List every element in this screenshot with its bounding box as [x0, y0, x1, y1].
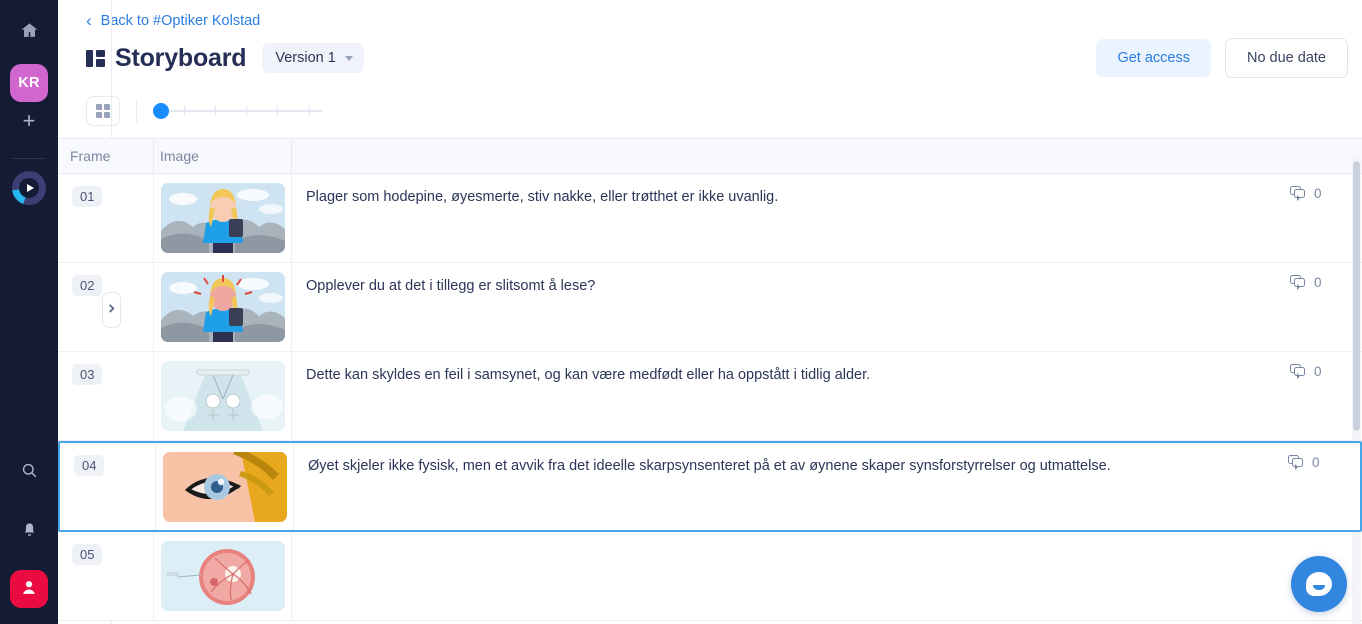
chevron-left-icon: ‹: [86, 12, 92, 29]
column-header-image: Image: [154, 138, 292, 174]
table-row[interactable]: 03 Dette kan skyldes en feil i samsynet, …: [58, 352, 1362, 441]
image-cell[interactable]: [154, 532, 292, 620]
image-cell[interactable]: [154, 352, 292, 440]
frame-cell: 01: [58, 174, 154, 262]
comments-cell[interactable]: 0: [1288, 443, 1360, 530]
grid-view-toggle[interactable]: [86, 96, 120, 126]
frame-badge: 02: [72, 275, 102, 296]
version-selector[interactable]: Version 1: [262, 43, 363, 73]
grid-view-icon: [96, 104, 110, 118]
table-row[interactable]: 05: [58, 532, 1362, 621]
play-triangle-icon: [27, 184, 34, 192]
version-label: Version 1: [275, 50, 335, 66]
slider-tick: [246, 105, 247, 116]
back-link-label: Back to #Optiker Kolstad: [101, 13, 261, 29]
title-row: Storyboard Version 1 Get access No due d…: [86, 38, 1348, 78]
search-icon: [20, 461, 39, 485]
frame-badge: 05: [72, 544, 102, 565]
scrollbar-thumb[interactable]: [1353, 161, 1360, 431]
header-actions: Get access No due date: [1096, 38, 1348, 78]
storyboard-table: Frame Image 01 Plager som hodepine, øyesm…: [58, 138, 1362, 624]
page-title: Storyboard: [115, 44, 246, 73]
frame-text[interactable]: [292, 532, 1290, 620]
rail-bottom-group: [10, 454, 48, 624]
comment-count: 0: [1314, 364, 1322, 379]
storyboard-grid-icon: [86, 50, 106, 67]
frame-cell: 05: [58, 532, 154, 620]
page-header: ‹ Back to #Optiker Kolstad Storyboard Ve…: [58, 0, 1362, 78]
slider-tick: [277, 105, 278, 116]
slider-handle[interactable]: [153, 103, 169, 119]
table-row[interactable]: 01 Plager som hodepine, øyesmerte, stiv n…: [58, 174, 1362, 263]
slider-tick: [184, 105, 185, 116]
comments-icon: [1290, 275, 1307, 290]
frame-cell: 03: [58, 352, 154, 440]
home-icon: [20, 21, 39, 45]
vertical-scrollbar[interactable]: [1352, 155, 1361, 624]
due-date-button[interactable]: No due date: [1225, 38, 1348, 78]
image-cell[interactable]: [154, 174, 292, 262]
expand-panel-button[interactable]: [102, 292, 121, 328]
frame-badge: 01: [72, 186, 102, 207]
notifications-button[interactable]: [10, 512, 48, 550]
slider-tick: [215, 105, 216, 116]
comment-count: 0: [1314, 186, 1322, 201]
chat-widget-button[interactable]: [1291, 556, 1347, 612]
frame-badge: 03: [72, 364, 102, 385]
frame-text[interactable]: Dette kan skyldes en feil i samsynet, og…: [292, 352, 1290, 440]
table-row[interactable]: 02 Opplever du at det i tillegg er slitso…: [58, 263, 1362, 352]
table-body: 01 Plager som hodepine, øyesmerte, stiv n…: [58, 174, 1362, 621]
main-area: ‹ Back to #Optiker Kolstad Storyboard Ve…: [58, 0, 1362, 624]
chevron-down-icon: [345, 56, 353, 61]
frame-thumbnail[interactable]: [163, 452, 287, 522]
frame-thumbnail[interactable]: [161, 541, 285, 611]
comment-count: 0: [1314, 275, 1322, 290]
plus-icon: +: [23, 110, 36, 132]
frame-thumbnail[interactable]: [161, 272, 285, 342]
frame-text[interactable]: Opplever du at det i tillegg er slitsomt…: [292, 263, 1290, 351]
image-cell[interactable]: [154, 263, 292, 351]
app-root: KR +: [0, 0, 1362, 624]
play-logo-icon[interactable]: [12, 171, 46, 205]
rail-divider: [12, 158, 46, 159]
bell-icon: [20, 519, 39, 543]
table-header: Frame Image: [58, 138, 1362, 174]
slider-track: [153, 110, 323, 112]
chevron-right-icon: [107, 301, 116, 319]
home-button[interactable]: [10, 14, 48, 52]
rail-top-group: KR +: [10, 0, 48, 205]
frame-text[interactable]: Øyet skjeler ikke fysisk, men et avvik f…: [294, 443, 1288, 530]
frame-thumbnail[interactable]: [161, 183, 285, 253]
comment-count: 0: [1312, 455, 1320, 470]
comments-icon: [1290, 364, 1307, 379]
view-toolbar: [58, 78, 1362, 138]
comments-icon: [1290, 186, 1307, 201]
left-rail: KR +: [0, 0, 58, 624]
search-button[interactable]: [10, 454, 48, 492]
frame-text[interactable]: Plager som hodepine, øyesmerte, stiv nak…: [292, 174, 1290, 262]
table-row[interactable]: 04 Øyet skjeler ikke fysisk, men et avvik…: [58, 441, 1362, 532]
user-avatar-icon: [18, 576, 40, 603]
get-access-button[interactable]: Get access: [1096, 39, 1211, 77]
back-link[interactable]: ‹ Back to #Optiker Kolstad: [86, 12, 260, 29]
profile-button[interactable]: [10, 570, 48, 608]
frame-thumbnail[interactable]: [161, 361, 285, 431]
frame-badge: 04: [74, 455, 104, 476]
column-header-frame: Frame: [58, 138, 154, 174]
workspace-avatar[interactable]: KR: [10, 64, 48, 102]
add-button[interactable]: +: [10, 102, 48, 140]
toolbar-divider: [136, 99, 137, 123]
chat-bubble-icon: [1306, 572, 1332, 596]
frame-cell: 04: [60, 443, 156, 530]
image-cell[interactable]: [156, 443, 294, 530]
slider-tick: [309, 105, 310, 116]
zoom-slider[interactable]: [153, 101, 323, 121]
comments-icon: [1288, 455, 1305, 470]
